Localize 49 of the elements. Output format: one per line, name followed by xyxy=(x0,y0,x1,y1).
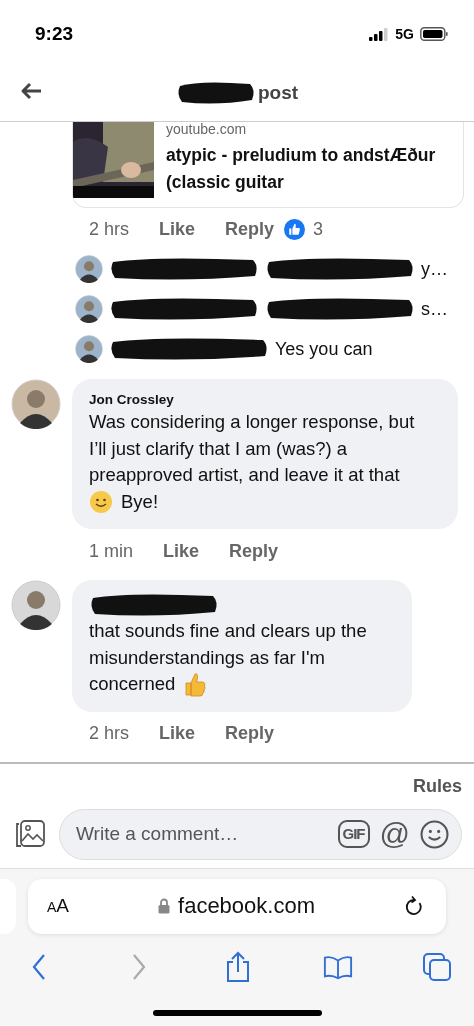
like-link[interactable]: Like xyxy=(159,723,196,744)
smiley-icon xyxy=(89,489,113,514)
signal-icon xyxy=(369,27,390,41)
link-title[interactable]: atypic - preludium to andstÆður (classic guitar xyxy=(166,142,451,196)
gif-button[interactable]: GIF xyxy=(337,820,370,848)
reply-link[interactable]: Reply xyxy=(225,723,275,744)
avatar[interactable] xyxy=(75,335,103,363)
url-text: facebook.com xyxy=(178,893,315,919)
reply-snippet[interactable]: s… xyxy=(421,298,448,320)
comment-text: concerned xyxy=(89,672,176,696)
comment-time: 1 min xyxy=(89,540,133,562)
comment-text: Was considering a longer response, but I’ll just clarify that I am (was?) a preapproved artist, and leave it at that xyxy=(89,410,416,487)
avatar[interactable] xyxy=(11,379,61,429)
comment-time: 2 hrs xyxy=(89,723,130,744)
back-chevron-icon[interactable] xyxy=(31,952,47,981)
book-icon[interactable] xyxy=(322,953,353,980)
back-arrow-icon[interactable] xyxy=(20,81,42,100)
battery-icon xyxy=(420,27,448,41)
header-title: post xyxy=(257,82,299,104)
share-icon[interactable] xyxy=(225,950,251,983)
link-card[interactable]: youtube.com atypic - preludium to andstÆður (classic guitar xyxy=(72,122,464,208)
smiley-icon[interactable] xyxy=(420,819,449,849)
comment-author[interactable]: Jon Crossley xyxy=(89,391,442,409)
text-size-button[interactable]: AA xyxy=(47,895,70,917)
like-reaction-icon xyxy=(284,218,306,240)
reply-link[interactable]: Reply xyxy=(225,218,275,240)
reply-link[interactable]: Reply xyxy=(229,540,279,562)
reply-snippet[interactable]: y… xyxy=(421,258,448,280)
reaction-count: 3 xyxy=(313,218,324,240)
avatar[interactable] xyxy=(75,255,103,283)
comment-text: Bye! xyxy=(121,489,159,514)
like-link[interactable]: Like xyxy=(163,540,200,562)
network-label: 5G xyxy=(395,26,414,42)
reload-icon[interactable] xyxy=(404,895,424,917)
thumbs-up-icon xyxy=(183,671,208,698)
address-bar[interactable]: AA facebook.com xyxy=(28,878,446,934)
photo-icon[interactable] xyxy=(15,819,46,849)
link-domain: youtube.com xyxy=(166,122,248,136)
status-time: 9:23 xyxy=(35,23,74,45)
avatar[interactable] xyxy=(75,295,103,323)
mention-button[interactable]: @ xyxy=(379,819,410,849)
like-link[interactable]: Like xyxy=(159,218,196,240)
avatar[interactable] xyxy=(11,580,61,630)
reply-snippet[interactable]: Yes you can xyxy=(275,338,373,360)
tabs-icon[interactable] xyxy=(422,951,452,982)
rules-link[interactable]: Rules xyxy=(412,775,462,797)
comment-time: 2 hrs xyxy=(89,218,130,240)
comment-field[interactable]: Write a comment… GIF @ xyxy=(59,808,462,860)
lock-icon xyxy=(158,898,171,914)
